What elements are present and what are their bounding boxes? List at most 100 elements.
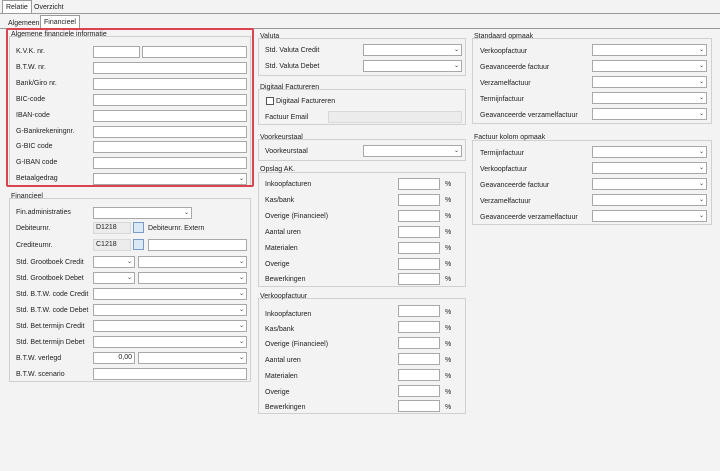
sub-tabstrip: [0, 15, 720, 29]
btw-code-credit-select[interactable]: ⌄: [93, 288, 247, 300]
verkoop-materialen-unit: %: [445, 373, 452, 380]
verkoop-bewerkingen-input[interactable]: [398, 400, 440, 412]
opslag-overige-label: Overige: [265, 261, 290, 268]
chevron-down-icon: ⌄: [238, 291, 244, 297]
valuta-credit-label: Std. Valuta Credit: [265, 47, 320, 54]
verkoop-overige-input[interactable]: [398, 385, 440, 397]
digitaal-title: Digitaal Factureren: [260, 84, 320, 91]
std-verkoopfactuur-select[interactable]: ⌄: [592, 44, 707, 56]
kolom-opmaak-title: Factuur kolom opmaak: [474, 134, 546, 141]
opslag-uren-input[interactable]: [398, 226, 440, 238]
kolom-termijn-label: Termijnfactuur: [480, 150, 524, 157]
chevron-down-icon: ⌄: [698, 47, 704, 53]
btw-scenario-input[interactable]: [93, 368, 247, 380]
verkoop-uren-input[interactable]: [398, 353, 440, 365]
opslag-kasbank-input[interactable]: [398, 194, 440, 206]
opslag-overige-fin-label: Overige (Financieel): [265, 213, 329, 220]
grootboek-credit-code-select[interactable]: ⌄: [93, 256, 135, 268]
opslag-bewerkingen-unit: %: [445, 276, 452, 283]
chevron-down-icon: ⌄: [698, 149, 704, 155]
verkoop-bewerkingen-unit: %: [445, 404, 452, 411]
kolom-verkoop-label: Verkoopfactuur: [480, 166, 528, 173]
bettermijn-debet-select[interactable]: ⌄: [93, 336, 247, 348]
chevron-down-icon: ⌄: [453, 148, 459, 154]
valuta-debet-select[interactable]: ⌄: [363, 60, 462, 72]
opslag-materialen-input[interactable]: [398, 242, 440, 254]
bettermijn-credit-label: Std. Bet.termijn Credit: [16, 323, 85, 330]
std-geavanceerde-label: Geavanceerde factuur: [480, 64, 550, 71]
kolom-geav-verzamel-select[interactable]: ⌄: [592, 210, 707, 222]
verkoop-overige-fin-unit: %: [445, 341, 452, 348]
kolom-verkoop-select[interactable]: ⌄: [592, 162, 707, 174]
debiteurnr-edit-icon[interactable]: [133, 222, 144, 233]
valuta-credit-select[interactable]: ⌄: [363, 44, 462, 56]
std-geav-verzamel-select[interactable]: ⌄: [592, 108, 707, 120]
btw-code-credit-label: Std. B.T.W. code Credit: [16, 291, 89, 298]
verkoop-materialen-input[interactable]: [398, 369, 440, 381]
chevron-down-icon: ⌄: [698, 63, 704, 69]
factuur-email-label: Factuur Email: [265, 114, 309, 121]
tab-relatie[interactable]: Relatie: [2, 0, 32, 13]
grootboek-debet-code-select[interactable]: ⌄: [93, 272, 135, 284]
opslag-kasbank-label: Kas/bank: [265, 197, 295, 204]
std-verzamel-select[interactable]: ⌄: [592, 76, 707, 88]
bettermijn-credit-select[interactable]: ⌄: [93, 320, 247, 332]
verkoop-uren-label: Aantal uren: [265, 357, 301, 364]
verkoop-bewerkingen-label: Bewerkingen: [265, 404, 306, 411]
crediteurnr-extern-input[interactable]: [148, 239, 247, 251]
opslag-bewerkingen-input[interactable]: [398, 273, 440, 285]
grootboek-debet-label: Std. Grootboek Debet: [16, 275, 84, 282]
verkoop-inkoop-input[interactable]: [398, 305, 440, 317]
chevron-down-icon: ⌄: [238, 259, 244, 265]
chevron-down-icon: ⌄: [453, 63, 459, 69]
voorkeurstaal-label: Voorkeurstaal: [265, 148, 308, 155]
std-verzamel-label: Verzamelfactuur: [480, 80, 531, 87]
kolom-geav-verzamel-label: Geavanceerde verzamelfactuur: [480, 214, 578, 221]
tab-overzicht[interactable]: Overzicht: [30, 0, 68, 13]
chevron-down-icon: ⌄: [698, 181, 704, 187]
verkoop-uren-unit: %: [445, 357, 452, 364]
top-tabstrip: [0, 0, 720, 14]
kolom-termijn-select[interactable]: ⌄: [592, 146, 707, 158]
grootboek-credit-label: Std. Grootboek Credit: [16, 259, 84, 266]
chevron-down-icon: ⌄: [238, 339, 244, 345]
fin-administraties-label: Fin.administraties: [16, 209, 71, 216]
valuta-debet-label: Std. Valuta Debet: [265, 63, 320, 70]
verkoop-kasbank-input[interactable]: [398, 321, 440, 333]
opslag-kasbank-unit: %: [445, 197, 452, 204]
voorkeurstaal-select[interactable]: ⌄: [363, 145, 462, 157]
crediteurnr-input[interactable]: C1218: [93, 239, 131, 251]
opslag-inkoop-label: Inkoopfacturen: [265, 181, 312, 188]
opslag-overige-input[interactable]: [398, 258, 440, 270]
std-termijn-select[interactable]: ⌄: [592, 92, 707, 104]
btw-verlegd-select[interactable]: ⌄: [138, 352, 247, 364]
chevron-down-icon: ⌄: [698, 213, 704, 219]
verkoop-overige-fin-input[interactable]: [398, 337, 440, 349]
crediteurnr-edit-icon[interactable]: [133, 239, 144, 250]
kolom-verzamel-select[interactable]: ⌄: [592, 194, 707, 206]
opslag-overige-fin-input[interactable]: [398, 210, 440, 222]
grootboek-debet-select[interactable]: ⌄: [138, 272, 247, 284]
chevron-down-icon: ⌄: [453, 47, 459, 53]
factuur-email-input[interactable]: [328, 111, 462, 123]
chevron-down-icon: ⌄: [698, 165, 704, 171]
debiteurnr-input[interactable]: D1218: [93, 222, 131, 234]
verkoop-materialen-label: Materialen: [265, 373, 298, 380]
btw-code-debet-label: Std. B.T.W. code Debet: [16, 307, 89, 314]
btw-code-debet-select[interactable]: ⌄: [93, 304, 247, 316]
kolom-geavanceerde-select[interactable]: ⌄: [592, 178, 707, 190]
opslag-inkoop-input[interactable]: [398, 178, 440, 190]
opslag-title: Opslag AK.: [260, 166, 296, 173]
digitaal-checkbox[interactable]: [266, 97, 274, 105]
btw-verlegd-input[interactable]: 0,00: [93, 352, 135, 364]
grootboek-credit-select[interactable]: ⌄: [138, 256, 247, 268]
std-geavanceerde-select[interactable]: ⌄: [592, 60, 707, 72]
chevron-down-icon: ⌄: [698, 79, 704, 85]
tab-financieel[interactable]: Financieel: [40, 15, 80, 28]
fin-administraties-select[interactable]: ⌄: [93, 207, 192, 219]
chevron-down-icon: ⌄: [698, 111, 704, 117]
verkoop-inkoop-unit: %: [445, 309, 452, 316]
chevron-down-icon: ⌄: [238, 275, 244, 281]
verkoop-kasbank-unit: %: [445, 325, 452, 332]
debiteurnr-extern-label: Debiteurnr. Extern: [148, 225, 205, 232]
